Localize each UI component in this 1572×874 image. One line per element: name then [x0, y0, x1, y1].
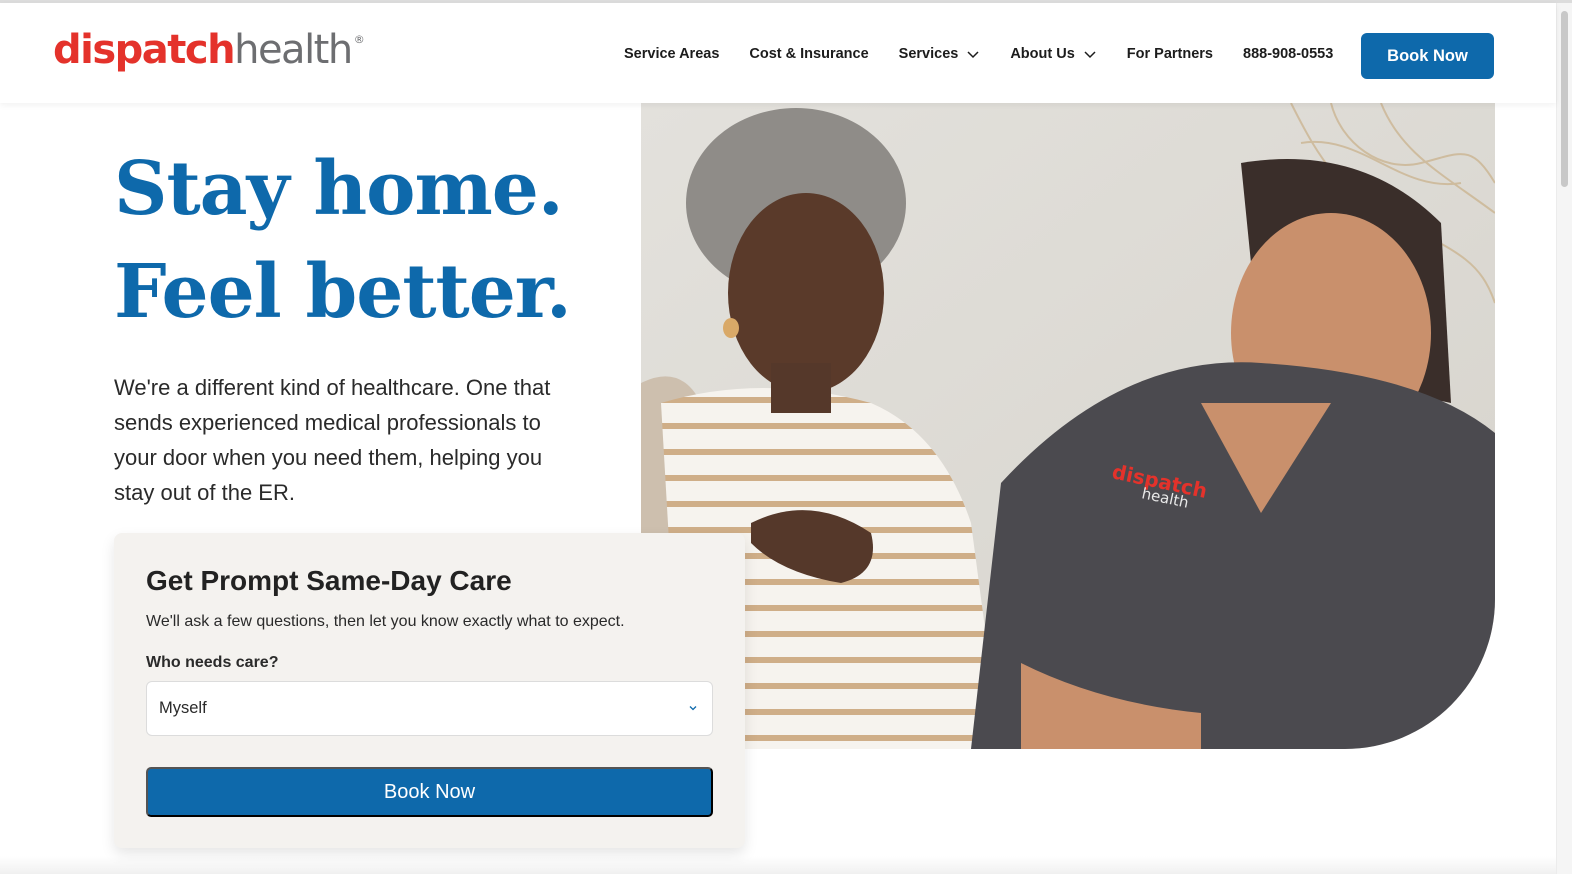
select-value: Myself — [159, 699, 207, 717]
nav-label: Services — [898, 46, 959, 62]
page-scrollbar[interactable] — [1556, 3, 1572, 874]
who-needs-care-select[interactable]: Myself — [146, 681, 713, 736]
page-bottom-shadow — [0, 856, 1556, 874]
nav-label: For Partners — [1126, 46, 1213, 62]
nav-label: Cost & Insurance — [749, 46, 869, 62]
nav-label: About Us — [1010, 46, 1075, 62]
nav-item-phone-link[interactable]: 888-908-0553 — [1243, 46, 1333, 62]
nav-item-for-partners[interactable]: For Partners — [1127, 46, 1213, 62]
nav-item-services[interactable]: Services — [899, 46, 981, 62]
same-day-care-card: Get Prompt Same-Day Care We'll ask a few… — [114, 533, 745, 848]
chevron-down-icon — [689, 706, 697, 711]
card-title: Get Prompt Same-Day Care — [146, 565, 512, 596]
hero-photo-illustration: dispatch health — [641, 103, 1495, 749]
nav-label: 888-908-0553 — [1243, 46, 1334, 62]
chevron-down-icon — [967, 51, 979, 59]
hero-headline: Stay home. Feel better. — [114, 138, 634, 344]
headline-line-1: Stay home. — [114, 146, 564, 232]
main-nav: Service Areas Cost & Insurance Services … — [624, 31, 1363, 77]
dispatchhealth-logo[interactable]: dispatch health ® — [53, 27, 365, 77]
headline-line-2: Feel better. — [114, 249, 572, 335]
scrollbar-thumb[interactable] — [1561, 11, 1568, 187]
chevron-down-icon — [1084, 51, 1096, 59]
site-header: dispatch health ® Service Areas Cost & Ins… — [0, 3, 1556, 103]
nav-item-about-us[interactable]: About Us — [1010, 46, 1096, 62]
hero-intro-text: We're a different kind of healthcare. On… — [114, 375, 551, 505]
who-needs-care-label: Who needs care? — [146, 654, 279, 671]
logo-text-dispatch: dispatch — [53, 27, 236, 73]
nav-item-cost-insurance[interactable]: Cost & Insurance — [749, 46, 868, 62]
logo-text-health: health — [234, 27, 353, 73]
nav-item-service-areas[interactable]: Service Areas — [624, 46, 719, 62]
card-book-now-button[interactable]: Book Now — [146, 767, 713, 817]
card-subtitle: We'll ask a few questions, then let you … — [146, 613, 625, 630]
registered-mark: ® — [353, 33, 365, 46]
header-book-now-button[interactable]: Book Now — [1361, 33, 1494, 79]
hero-photo: dispatch health — [641, 103, 1495, 749]
nav-label: Service Areas — [624, 46, 720, 62]
